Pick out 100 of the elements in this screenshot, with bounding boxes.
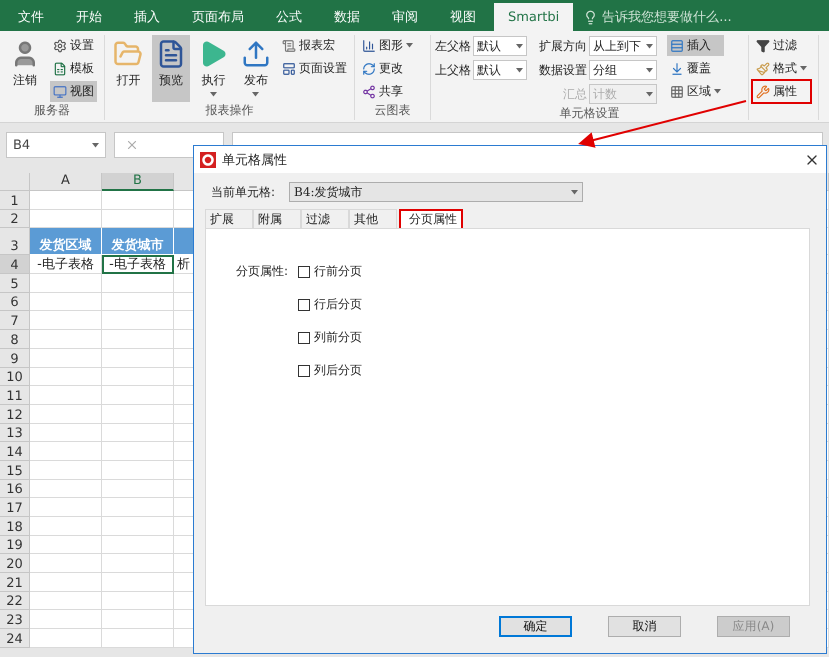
ribbon-button[interactable]: 插入 — [667, 35, 724, 56]
checkbox-label: 行后分页 — [314, 296, 362, 313]
dropdown-field[interactable]: 从上到下 — [589, 36, 657, 56]
row-header[interactable]: 1 — [0, 191, 30, 210]
paintbrush-icon — [756, 62, 770, 76]
table-cell — [30, 368, 102, 386]
row-header[interactable]: 4 — [0, 255, 30, 274]
app-logo-icon — [200, 152, 216, 168]
row-header[interactable]: 8 — [0, 330, 30, 349]
ribbon-button[interactable]: 打开 — [109, 35, 148, 102]
ribbon-tab[interactable]: 开始 — [62, 3, 116, 31]
table-cell — [30, 517, 102, 536]
group-title: 单元格设置 — [558, 105, 620, 122]
rows-icon — [670, 38, 684, 52]
table-cell — [30, 311, 102, 330]
ribbon-button[interactable]: 格式 — [753, 58, 810, 79]
ribbon-button[interactable]: 过滤 — [753, 35, 810, 56]
ribbon-button[interactable]: 属性 — [753, 81, 810, 102]
spreadsheet-icon — [53, 62, 67, 76]
ribbon-tab[interactable]: 视图 — [436, 3, 490, 31]
checkbox-label: 列前分页 — [314, 329, 362, 346]
checkbox[interactable] — [298, 298, 310, 310]
checkbox[interactable] — [298, 332, 310, 344]
table-cell — [30, 442, 102, 461]
dialog-tab[interactable]: 过滤 — [301, 209, 349, 228]
ribbon-tab[interactable]: 审阅 — [378, 3, 432, 31]
table-cell — [30, 536, 102, 554]
row-header[interactable]: 22 — [0, 592, 30, 610]
logout-button[interactable]: 注销 — [4, 35, 46, 102]
dialog-tab[interactable]: 扩展 — [205, 209, 253, 228]
table-cell — [30, 424, 102, 442]
row-header[interactable]: 15 — [0, 460, 30, 480]
column-header[interactable]: B — [102, 173, 174, 191]
ribbon-tab[interactable]: 页面布局 — [178, 3, 258, 31]
ribbon-button[interactable]: 执行 — [194, 35, 232, 102]
row-header[interactable]: 7 — [0, 311, 30, 330]
ribbon-button[interactable]: 覆盖 — [667, 58, 724, 79]
ribbon-button[interactable]: 模板 — [50, 58, 97, 79]
row-header[interactable]: 12 — [0, 404, 30, 424]
grid-icon — [670, 84, 684, 98]
row-header[interactable]: 3 — [0, 228, 30, 256]
ribbon-tab[interactable]: 数据 — [320, 3, 374, 31]
tell-me-field[interactable]: 告诉我您想要做什么... — [602, 8, 732, 26]
row-header[interactable]: 23 — [0, 610, 30, 630]
wrench-icon — [756, 84, 770, 98]
table-cell: 发货区域 — [30, 228, 102, 256]
row-header[interactable]: 24 — [0, 629, 30, 648]
checkbox-label: 列后分页 — [314, 362, 362, 379]
field-label: 上父格 — [435, 62, 471, 78]
table-cell — [30, 348, 102, 368]
checkbox[interactable] — [298, 364, 310, 376]
table-cell — [30, 610, 102, 630]
row-header[interactable]: 18 — [0, 517, 30, 536]
dialog-button[interactable]: 确定 — [499, 616, 572, 637]
dialog-tab[interactable]: 附属 — [253, 209, 301, 228]
row-header[interactable]: 9 — [0, 348, 30, 368]
ribbon-tab[interactable]: 公式 — [262, 3, 316, 31]
ribbon-button[interactable]: 图形 — [359, 35, 416, 56]
row-header[interactable]: 21 — [0, 573, 30, 592]
row-header[interactable]: 17 — [0, 498, 30, 517]
table-cell — [30, 460, 102, 480]
row-header[interactable]: 19 — [0, 536, 30, 554]
row-header[interactable]: 11 — [0, 386, 30, 405]
ribbon-button[interactable]: 区域 — [667, 81, 724, 102]
checkbox[interactable] — [298, 266, 310, 278]
ribbon-tab[interactable]: 文件 — [4, 3, 58, 31]
field-label: 左父格 — [435, 38, 471, 54]
dropdown-field[interactable]: 默认 — [473, 60, 527, 80]
row-header[interactable]: 16 — [0, 480, 30, 498]
ribbon-button[interactable]: 发布 — [236, 35, 275, 102]
dialog-tab[interactable]: 分页属性 — [399, 209, 463, 228]
table-cell — [30, 274, 102, 293]
row-header[interactable]: 13 — [0, 424, 30, 442]
ribbon-button[interactable]: 预览 — [152, 35, 190, 102]
ribbon-button[interactable]: 设置 — [50, 35, 97, 56]
dropdown-field[interactable]: B4:发货城市 — [289, 182, 584, 202]
field-label: 扩展方向 — [539, 38, 587, 54]
ribbon-button[interactable]: 共享 — [359, 81, 416, 102]
ribbon-tab[interactable]: 插入 — [120, 3, 174, 31]
caret-icon — [92, 142, 99, 148]
row-header[interactable]: 14 — [0, 442, 30, 461]
table-cell — [30, 191, 102, 210]
caret-icon — [646, 68, 653, 72]
name-box[interactable]: B4 — [6, 132, 106, 158]
ribbon-button[interactable]: 报表宏 — [279, 35, 350, 56]
row-header[interactable]: 5 — [0, 274, 30, 293]
column-header[interactable]: A — [30, 173, 102, 191]
table-cell — [30, 629, 102, 648]
dialog-tab[interactable]: 其他 — [349, 209, 397, 228]
row-header[interactable]: 2 — [0, 210, 30, 228]
dialog-button[interactable]: 取消 — [608, 616, 681, 637]
dropdown-field[interactable]: 分组 — [589, 60, 657, 80]
ribbon-button[interactable]: 视图 — [50, 81, 97, 102]
dropdown-field[interactable]: 默认 — [473, 36, 527, 56]
row-header[interactable]: 10 — [0, 368, 30, 386]
ribbon-button[interactable]: 页面设置 — [279, 58, 350, 79]
ribbon-button[interactable]: 更改 — [359, 58, 416, 79]
row-header[interactable]: 6 — [0, 292, 30, 312]
ribbon-tab[interactable]: Smartbi — [494, 3, 574, 31]
row-header[interactable]: 20 — [0, 554, 30, 574]
